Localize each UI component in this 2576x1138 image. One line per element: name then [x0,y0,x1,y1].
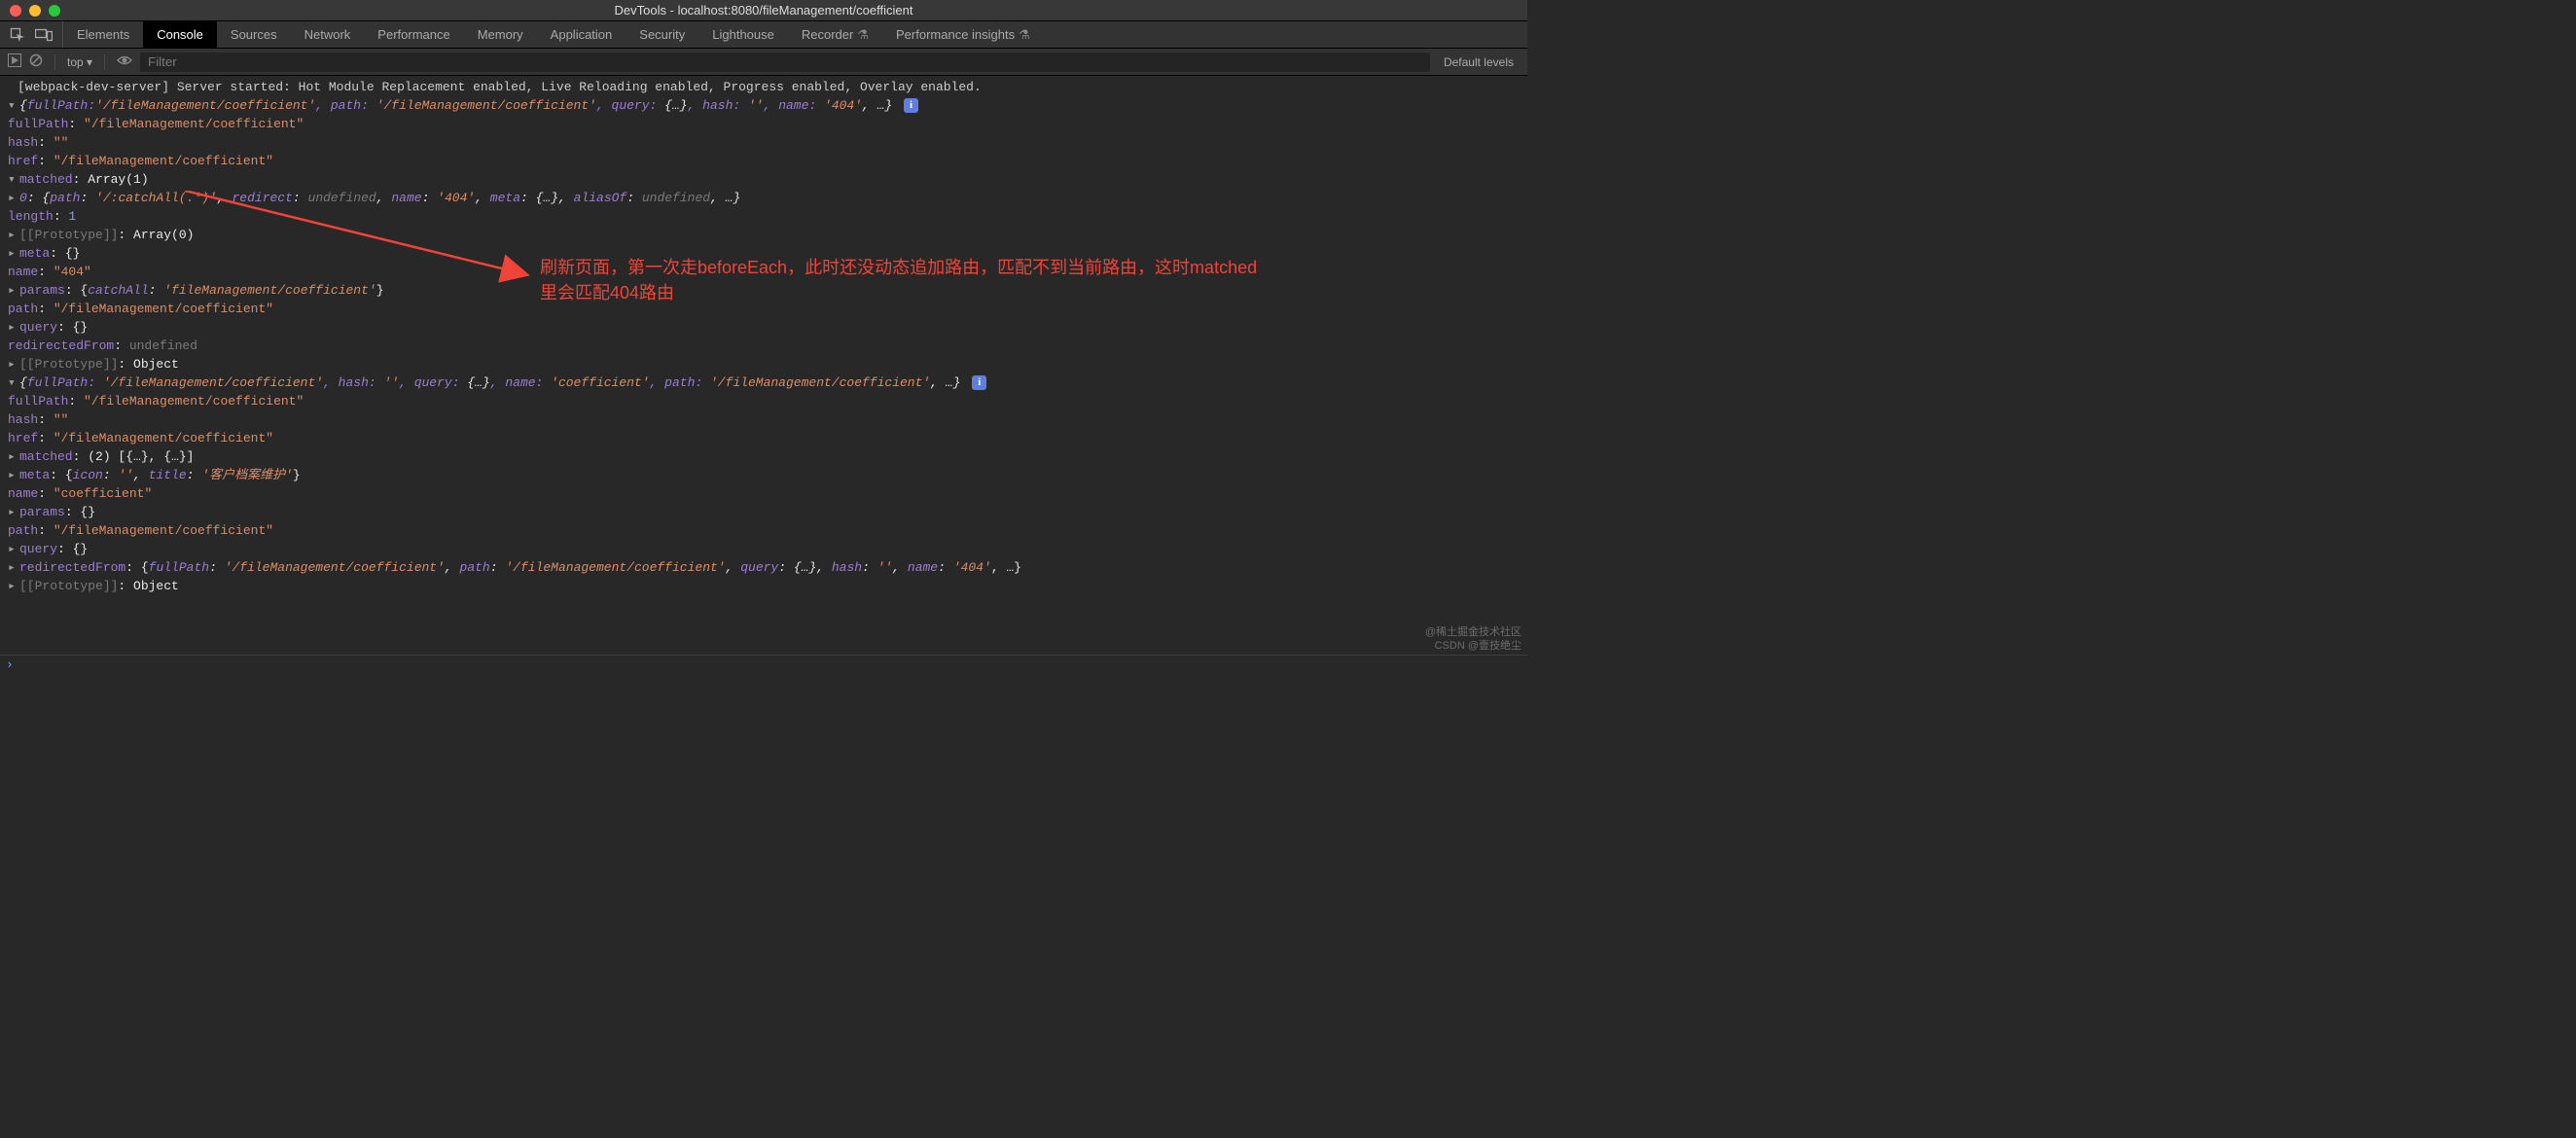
object-property[interactable]: href: "/fileManagement/coefficient" [8,152,1527,170]
traffic-lights [10,5,60,17]
object-property[interactable]: fullPath: "/fileManagement/coefficient" [8,115,1527,133]
caret-right-icon[interactable] [8,189,19,207]
tab-console[interactable]: Console [143,21,217,48]
tab-recorder[interactable]: Recorder⚗ [788,21,882,48]
maximize-window-icon[interactable] [49,5,60,17]
array-item[interactable]: 0: {path: '/:catchAll(.*)', redirect: un… [8,189,1527,207]
object-property[interactable]: query: {} [8,540,1527,558]
device-toolbar-icon[interactable] [35,27,53,43]
window-titlebar: DevTools - localhost:8080/fileManagement… [0,0,1527,21]
caret-right-icon[interactable] [8,318,19,337]
tab-performance[interactable]: Performance [364,21,463,48]
object-property[interactable]: hash: "" [8,133,1527,152]
caret-right-icon[interactable] [8,558,19,577]
tab-application[interactable]: Application [537,21,626,48]
caret-down-icon[interactable] [8,170,19,189]
object-property[interactable]: [[Prototype]]: Array(0) [8,226,1527,244]
object-property[interactable]: name: "coefficient" [8,484,1527,503]
tab-memory[interactable]: Memory [464,21,537,48]
caret-down-icon[interactable] [8,373,19,392]
object-property[interactable]: [[Prototype]]: Object [8,577,1527,595]
log-object[interactable]: {fullPath: '/fileManagement/coefficient'… [8,373,1527,595]
caret-right-icon[interactable] [8,244,19,263]
object-property[interactable]: redirectedFrom: undefined [8,337,1527,355]
eye-icon[interactable] [117,53,132,70]
info-icon[interactable]: i [972,375,986,390]
object-property[interactable]: query: {} [8,318,1527,337]
console-toolbar: top ▾ Default levels [0,49,1527,76]
object-property[interactable]: length: 1 [8,207,1527,226]
caret-right-icon[interactable] [8,540,19,558]
flask-icon: ⚗ [1019,27,1030,43]
clear-console-icon[interactable] [29,53,43,70]
object-property[interactable]: [[Prototype]]: Object [8,355,1527,373]
flask-icon: ⚗ [857,27,869,43]
tab-sources[interactable]: Sources [217,21,291,48]
minimize-window-icon[interactable] [29,5,41,17]
object-property[interactable]: meta: {} [8,244,1527,263]
tab-lighthouse[interactable]: Lighthouse [698,21,788,48]
tab-network[interactable]: Network [291,21,365,48]
object-property[interactable]: hash: "" [8,410,1527,429]
window-title: DevTools - localhost:8080/fileManagement… [0,3,1527,18]
inspect-icon[interactable] [10,27,25,43]
object-property[interactable]: params: {} [8,503,1527,521]
caret-right-icon[interactable] [8,503,19,521]
object-property[interactable]: meta: {icon: '', title: '客户档案维护'} [8,466,1527,484]
object-property[interactable]: params: {catchAll: 'fileManagement/coeff… [8,281,1527,300]
object-property[interactable]: href: "/fileManagement/coefficient" [8,429,1527,447]
console-prompt[interactable]: › [0,655,1527,674]
tab-perf-insights[interactable]: Performance insights⚗ [882,21,1044,48]
play-icon[interactable] [8,53,21,70]
object-property[interactable]: redirectedFrom: {fullPath: '/fileManagem… [8,558,1527,577]
object-property[interactable]: path: "/fileManagement/coefficient" [8,300,1527,318]
info-icon[interactable]: i [904,98,918,113]
log-message: [webpack-dev-server] Server started: Hot… [8,78,1527,96]
object-property[interactable]: path: "/fileManagement/coefficient" [8,521,1527,540]
caret-right-icon[interactable] [8,281,19,300]
object-property[interactable]: fullPath: "/fileManagement/coefficient" [8,392,1527,410]
log-object[interactable]: {fullPath:'/fileManagement/coefficient',… [8,96,1527,373]
caret-right-icon[interactable] [8,447,19,466]
caret-right-icon[interactable] [8,577,19,595]
caret-right-icon[interactable] [8,226,19,244]
chevron-right-icon: › [6,658,14,672]
devtools-tabs: Elements Console Sources Network Perform… [0,21,1527,49]
caret-down-icon[interactable] [8,96,19,115]
object-property[interactable]: matched: (2) [{…}, {…}] [8,447,1527,466]
filter-input[interactable] [140,53,1430,72]
log-levels-dropdown[interactable]: Default levels [1438,55,1520,69]
tab-security[interactable]: Security [626,21,698,48]
caret-right-icon[interactable] [8,355,19,373]
close-window-icon[interactable] [10,5,21,17]
caret-right-icon[interactable] [8,466,19,484]
object-property[interactable]: matched: Array(1) [8,170,1527,189]
context-selector[interactable]: top ▾ [67,55,92,69]
object-property[interactable]: name: "404" [8,263,1527,281]
tab-elements[interactable]: Elements [63,21,143,48]
console-output[interactable]: [webpack-dev-server] Server started: Hot… [0,76,1527,655]
